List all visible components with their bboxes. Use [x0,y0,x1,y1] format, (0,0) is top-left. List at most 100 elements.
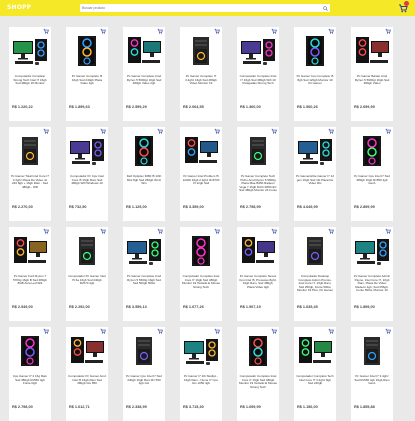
add-to-cart-icon[interactable] [157,228,163,234]
product-card[interactable]: Pc Gamer Completo Tech Pichu Amd Ryzen 5… [237,127,279,221]
product-card[interactable]: Pc Gamer I7 1tb Skullpc - 16gb Ram - Nvm… [180,327,222,421]
add-to-cart-icon[interactable] [214,328,220,334]
product-image[interactable] [297,33,333,69]
product-card[interactable]: Pc Gamer Completo Amd Ryzen 5 5600gt 16g… [123,27,165,121]
add-to-cart-icon[interactable] [271,328,277,334]
product-card[interactable]: Pc Gamer Cpu Intel I7 Ssd 240gb 16gb Ram… [123,327,165,421]
product-title[interactable]: Pc Gamer Ford Ryzen 7 5700g 16gb B Ssd 4… [11,275,49,293]
product-card[interactable]: Pc Gamer Completo Amd Ryzen 5 5600g 16gb… [123,227,165,321]
product-image[interactable] [297,233,333,269]
product-title[interactable]: Pc Gamer Cpu Completo I5 8gb Ssd 120gb M… [296,75,334,93]
product-image[interactable] [354,133,390,169]
add-to-cart-icon[interactable] [385,228,391,234]
product-title[interactable]: Pc Gamer Intel I7 3.4ghz Ssd Rx550 4gb 1… [353,375,391,393]
add-to-cart-icon[interactable] [214,128,220,134]
add-to-cart-icon[interactable] [328,228,334,234]
product-card[interactable]: Pc Gamer Cpu Intel I7 Ssd 480gb 16gb Rx5… [351,127,393,221]
product-title[interactable]: Computador Completo Tech Intel Core I7 3… [296,375,334,393]
product-title[interactable]: Pc Gamer Completo I5 16gb Ssd 240gb Plac… [68,75,106,93]
product-title[interactable]: Pc Gamer Cpu Intel I7 Ssd 240gb 16gb Ram… [125,375,163,393]
add-to-cart-icon[interactable] [385,28,391,34]
product-image[interactable] [297,333,333,369]
product-title[interactable]: Computador Completo Intel I7 16gb Ssd 48… [239,75,277,93]
add-to-cart-icon[interactable] [100,228,106,234]
product-title[interactable]: Computador Desktop Completo Admin Premio… [296,275,334,293]
product-title[interactable]: Pc Gamer Completo Tech Pichu Amd Ryzen 5… [239,175,277,193]
product-title[interactable]: Pc Gamer I7 1tb Skullpc - 16gb Ram - Nvm… [182,375,220,393]
product-image[interactable] [183,333,219,369]
product-image[interactable] [240,133,276,169]
store-logo[interactable]: SHOPP [7,4,31,11]
product-card[interactable]: Pc Gamer Cpu Completo I5 8gb Ssd 120gb M… [294,27,336,121]
product-title[interactable]: Pc Gamer Completo Nexus Cpu Intel I5, Pr… [239,275,277,293]
product-title[interactable]: Cpu Gamer I7 2 16g Ram Ssd 480gb Rx550 4… [11,375,49,393]
product-image[interactable] [240,333,276,369]
product-title[interactable]: Pc Gamer Completo Amd Ryzen 5 5600gt 16g… [125,75,163,93]
product-card[interactable]: Pc Gamer Completo Nexus Cpu Intel I5, Pr… [237,227,279,321]
add-to-cart-icon[interactable] [100,28,106,34]
product-image[interactable] [297,133,333,169]
product-title[interactable]: Computador Pc Gamer Intel I5 6a 16gb Ssd… [68,275,106,293]
product-image[interactable] [354,33,390,69]
product-image[interactable] [183,33,219,69]
product-title[interactable]: Computador Pc Gamer Amd Intel I5 16gb Ra… [68,375,106,393]
product-card[interactable]: Pc Gamerwhite Gamer I7 12 gen 16gb Ssd 1… [294,127,336,221]
product-card[interactable]: Pc Gamer Barato Amd Ryzen 5 5600gt 16gb … [351,27,393,121]
add-to-cart-icon[interactable] [271,128,277,134]
add-to-cart-icon[interactable] [328,328,334,334]
add-to-cart-icon[interactable] [385,328,391,334]
product-title[interactable]: Dell Optiplex 3080 I5 10th Mini 8gb Ssd … [125,175,163,193]
product-title[interactable]: Pc Gamer Completo I7 3.4ghz 16gb Ssd 480… [182,75,220,93]
add-to-cart-icon[interactable] [43,228,49,234]
product-card[interactable]: Pc Gamer Intel I7 3.4ghz Ssd Rx550 4gb 1… [351,327,393,421]
product-image[interactable] [240,33,276,69]
add-to-cart-icon[interactable] [43,28,49,34]
search-input[interactable] [82,5,312,11]
product-card[interactable]: Computador Completo Intel Core I7 16gb S… [180,227,222,321]
search-icon[interactable] [323,5,328,11]
product-title[interactable]: Pc Gamerwhite Gamer I7 12 gen 16gb Ssd 1… [296,175,334,193]
product-title[interactable]: Pc Gamer Intel Problem I5 12400 16gb 2.3… [182,175,220,193]
product-card[interactable]: Pc Gamer Completo I7 3.4ghz 16gb Ssd 480… [180,27,222,121]
product-image[interactable] [240,233,276,269]
product-card[interactable]: Pc Gamer Intel Problem I5 12400 16gb 2.3… [180,127,222,221]
add-to-cart-icon[interactable] [271,28,277,34]
product-image[interactable] [12,33,48,69]
product-image[interactable] [354,333,390,369]
add-to-cart-icon[interactable] [385,128,391,134]
product-title[interactable]: Computador Completo Intel Core I7 16gb S… [182,275,220,293]
product-title[interactable]: Pc Gamer Completo Admin Payne, Intel Cor… [353,275,391,293]
product-card[interactable]: Cpu Gamer I7 2 16g Ram Ssd 480gb Rx550 4… [9,327,51,421]
product-image[interactable] [69,233,105,269]
product-card[interactable]: Pc Gamer Total Intel Core I7 3.4ghz Plac… [9,127,51,221]
product-card[interactable]: Computador Pc Gamer Amd Intel I5 16gb Ra… [66,327,108,421]
product-title[interactable]: Computador Completo Strong Tech Intel I7… [11,75,49,93]
product-image[interactable] [183,233,219,269]
add-to-cart-icon[interactable] [271,228,277,234]
product-image[interactable] [12,333,48,369]
add-to-cart-icon[interactable] [214,28,220,34]
add-to-cart-icon[interactable] [100,128,106,134]
product-card[interactable]: Computador Pc Cpu Intel Core I5 16gb Ram… [66,127,108,221]
product-title[interactable]: Pc Gamer Completo Amd Ryzen 5 5600g 16gb… [125,275,163,293]
product-card[interactable]: Pc Gamer Completo Admin Payne, Intel Cor… [351,227,393,321]
product-card[interactable]: Pc Gamer Ford Ryzen 7 5700g 16gb B Ssd 4… [9,227,51,321]
product-card[interactable]: Computador Completo Strong Tech Intel I7… [9,27,51,121]
add-to-cart-icon[interactable] [100,328,106,334]
product-image[interactable] [126,333,162,369]
product-card[interactable]: Computador Completo Intel I7 16gb Ssd 48… [237,27,279,121]
product-card[interactable]: Computador Completo Tech Intel Core I7 3… [294,327,336,421]
add-to-cart-icon[interactable] [214,228,220,234]
add-to-cart-icon[interactable] [157,328,163,334]
product-image[interactable] [126,33,162,69]
search-box[interactable] [80,4,330,12]
product-image[interactable] [354,233,390,269]
add-to-cart-icon[interactable] [328,28,334,34]
product-image[interactable] [126,133,162,169]
product-title[interactable]: Computador Pc Cpu Intel Core I5 16gb Ram… [68,175,106,193]
product-card[interactable]: Computador Completo Intel Core I7 16gb S… [237,327,279,421]
add-to-cart-icon[interactable] [43,128,49,134]
product-title[interactable]: Pc Gamer Barato Amd Ryzen 5 5600gt 16gb … [353,75,391,93]
product-title[interactable]: Computador Completo Intel Core I7 16gb S… [239,375,277,393]
product-image[interactable] [12,133,48,169]
